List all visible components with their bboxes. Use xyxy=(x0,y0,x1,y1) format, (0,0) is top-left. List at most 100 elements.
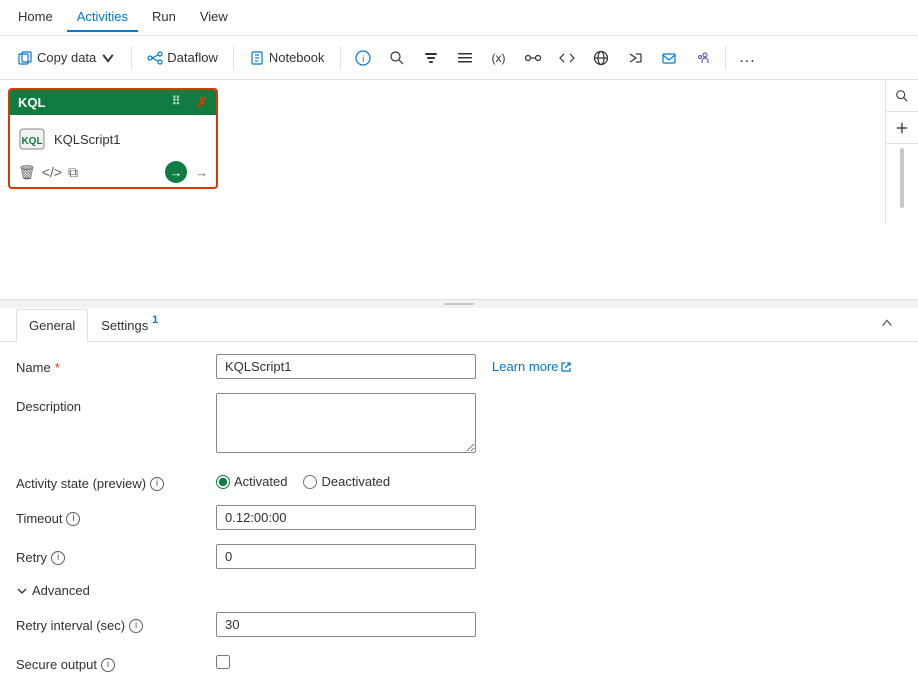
nav-home[interactable]: Home xyxy=(8,3,63,32)
timeout-input[interactable] xyxy=(216,505,476,530)
learn-more-link[interactable]: Learn more xyxy=(492,359,572,374)
menu-toolbar-button[interactable] xyxy=(449,42,481,74)
code-activity-button[interactable]: </> xyxy=(42,164,62,180)
activity-name-row: KQL KQLScript1 xyxy=(18,121,208,157)
delete-activity-button[interactable]: 🗑 xyxy=(18,164,36,181)
toolbar-separator-2 xyxy=(233,46,234,70)
retry-interval-row: Retry interval (sec) i xyxy=(16,612,902,637)
name-control: Learn more xyxy=(216,354,902,379)
var-toolbar-button[interactable]: (x) xyxy=(483,42,515,74)
x-badge: ✗ xyxy=(196,94,208,111)
var-icon: (x) xyxy=(492,51,506,65)
filter-toolbar-button[interactable] xyxy=(415,42,447,74)
code-toolbar-button[interactable] xyxy=(551,42,583,74)
filter-icon xyxy=(423,50,439,66)
activity-state-info-icon[interactable]: i xyxy=(150,477,164,491)
retry-input[interactable] xyxy=(216,544,476,569)
info-toolbar-button[interactable]: i xyxy=(347,42,379,74)
dataflow-icon xyxy=(147,50,163,66)
activity-body: KQL KQLScript1 🗑 </> ⧉ → → xyxy=(10,115,216,187)
properties-form: Name * Learn more Description A xyxy=(0,342,918,680)
arrow-toolbar-button[interactable] xyxy=(619,42,651,74)
retry-interval-info-icon[interactable]: i xyxy=(129,619,143,633)
activated-radio[interactable] xyxy=(216,475,230,489)
canvas-controls xyxy=(885,80,918,224)
kql-node-icon: KQL xyxy=(18,125,46,153)
retry-interval-input[interactable] xyxy=(216,612,476,637)
check-badge: ✓ xyxy=(183,94,195,111)
description-row: Description xyxy=(16,393,902,456)
add-on-success-button[interactable]: → xyxy=(165,161,187,183)
timeout-control xyxy=(216,505,902,530)
collapse-panel-button[interactable] xyxy=(872,308,902,341)
top-nav: Home Activities Run View xyxy=(0,0,918,36)
notebook-button[interactable]: Notebook xyxy=(240,45,334,71)
deactivated-radio-item[interactable]: Deactivated xyxy=(303,474,390,489)
secure-output-row: Secure output i xyxy=(16,651,902,672)
canvas-add-button[interactable] xyxy=(886,112,918,144)
header-badges: ⠿ ✓ ✗ xyxy=(172,94,208,111)
svg-text:KQL: KQL xyxy=(21,136,42,147)
kql-activity-node: KQL ⠿ ✓ ✗ KQL KQLScript1 🗑 </> ⧉ → → xyxy=(8,88,218,189)
timeout-label: Timeout i xyxy=(16,505,216,526)
copy-activity-button[interactable]: ⧉ xyxy=(68,164,78,181)
arrow-icon xyxy=(627,50,643,66)
nav-activities[interactable]: Activities xyxy=(67,3,138,32)
description-control xyxy=(216,393,902,456)
lines-icon xyxy=(457,50,473,66)
toolbar-separator-1 xyxy=(131,46,132,70)
timeout-row: Timeout i xyxy=(16,505,902,530)
info-icon: i xyxy=(355,50,371,66)
activity-title: KQL xyxy=(18,95,45,110)
panel-divider[interactable] xyxy=(0,300,918,308)
secure-output-checkbox-item xyxy=(216,651,902,669)
description-label: Description xyxy=(16,393,216,414)
activated-label: Activated xyxy=(234,474,287,489)
search-toolbar-button[interactable] xyxy=(381,42,413,74)
nav-run[interactable]: Run xyxy=(142,3,186,32)
name-input[interactable] xyxy=(216,354,476,379)
outlook-toolbar-button[interactable] xyxy=(653,42,685,74)
properties-tabs: General Settings 1 xyxy=(0,308,918,342)
secure-output-info-icon[interactable]: i xyxy=(101,658,115,672)
globe-toolbar-button[interactable] xyxy=(585,42,617,74)
right-arrow-button[interactable]: → xyxy=(195,165,208,180)
retry-info-icon[interactable]: i xyxy=(51,551,65,565)
secure-output-checkbox[interactable] xyxy=(216,655,230,669)
tab-general[interactable]: General xyxy=(16,309,88,342)
copy-data-button[interactable]: Copy data xyxy=(8,45,125,71)
nav-view[interactable]: View xyxy=(190,3,238,32)
dataflow-button[interactable]: Dataflow xyxy=(138,45,227,71)
activity-header: KQL ⠿ ✓ ✗ xyxy=(10,90,216,115)
svg-text:i: i xyxy=(362,54,364,64)
more-button[interactable]: ... xyxy=(732,42,764,74)
description-input[interactable] xyxy=(216,393,476,453)
search-icon xyxy=(389,50,405,66)
copy-data-chevron-icon xyxy=(100,50,116,66)
drag-icon: ⠿ xyxy=(172,94,181,111)
activity-action-buttons: 🗑 </> ⧉ → → xyxy=(18,161,208,183)
secure-output-label: Secure output i xyxy=(16,651,216,672)
activity-state-label: Activity state (preview) i xyxy=(16,470,216,491)
advanced-toggle[interactable]: Advanced xyxy=(16,583,902,598)
teams-icon xyxy=(695,50,711,66)
teams-toolbar-button[interactable] xyxy=(687,42,719,74)
divider-indicator xyxy=(444,303,474,305)
canvas-scrollbar[interactable] xyxy=(886,144,918,224)
settings-badge: 1 xyxy=(152,314,158,326)
activity-name-label: KQLScript1 xyxy=(54,132,120,147)
canvas-search-icon xyxy=(895,89,909,103)
timeout-info-icon[interactable]: i xyxy=(66,512,80,526)
retry-label: Retry i xyxy=(16,544,216,565)
retry-interval-control xyxy=(216,612,902,637)
toolbar: Copy data Dataflow Notebook i (x) xyxy=(0,36,918,80)
external-link-icon xyxy=(560,361,572,373)
canvas-area: KQL ⠿ ✓ ✗ KQL KQLScript1 🗑 </> ⧉ → → xyxy=(0,80,918,300)
pipeline-toolbar-button[interactable] xyxy=(517,42,549,74)
activated-radio-item[interactable]: Activated xyxy=(216,474,287,489)
outlook-icon xyxy=(661,50,677,66)
canvas-search-button[interactable] xyxy=(886,80,918,112)
tab-settings[interactable]: Settings 1 xyxy=(88,309,161,341)
deactivated-radio[interactable] xyxy=(303,475,317,489)
name-row: Name * Learn more xyxy=(16,354,902,379)
